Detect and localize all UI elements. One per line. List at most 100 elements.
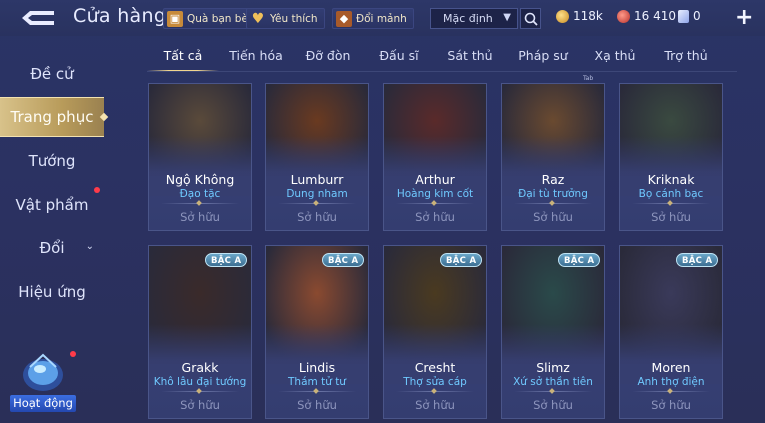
events-label: Hoạt động bbox=[10, 395, 76, 412]
card-fade bbox=[384, 136, 486, 196]
card-fade bbox=[502, 324, 604, 384]
ruby-amount: 16 410 bbox=[634, 9, 676, 23]
ruby-icon bbox=[617, 9, 630, 23]
voucher-amount: 0 bbox=[693, 9, 701, 23]
skin-name: Anh thợ điện bbox=[637, 376, 705, 388]
sidebar-item-heroes[interactable]: Tướng bbox=[0, 141, 104, 181]
exchange-fragments-button[interactable]: ◆ Đổi mảnh bbox=[332, 8, 414, 29]
sidebar-item-featured[interactable]: Đề cử bbox=[0, 54, 104, 94]
tab-mage[interactable]: Pháp sư bbox=[511, 44, 575, 72]
card-fade bbox=[502, 136, 604, 196]
tier-badge: BẬC A bbox=[558, 253, 601, 267]
add-currency-button[interactable]: + bbox=[735, 5, 753, 30]
sidebar-item-exchange[interactable]: Đổi ⌄ bbox=[0, 228, 104, 268]
card-fade bbox=[266, 324, 368, 384]
card-fade bbox=[149, 324, 251, 384]
sidebar-item-label: Trang phục bbox=[10, 108, 94, 126]
tab-assassin[interactable]: Sát thủ bbox=[439, 44, 501, 72]
sort-dropdown[interactable]: Mặc định ▼ bbox=[430, 8, 518, 29]
card-fade bbox=[620, 324, 722, 384]
skin-name: Bọ cánh bạc bbox=[638, 188, 704, 200]
tier-badge: BẬC A bbox=[322, 253, 365, 267]
tab-evolution[interactable]: Tiến hóa bbox=[223, 44, 289, 72]
gold-amount: 118k bbox=[573, 9, 603, 23]
tab-support[interactable]: Trợ thủ bbox=[655, 44, 717, 72]
skin-name: Xứ sở thần tiên bbox=[513, 376, 593, 388]
sidebar-item-label: Đề cử bbox=[30, 65, 74, 83]
tab-label: Xạ thủ bbox=[594, 48, 636, 63]
card-divider bbox=[396, 203, 474, 204]
owned-status: Sở hữu bbox=[415, 210, 455, 224]
skin-card[interactable]: Lindis Thám tử tư Sở hữu BẬC A bbox=[265, 245, 369, 419]
owned-status: Sở hữu bbox=[180, 398, 220, 412]
gift-icon: ▣ bbox=[167, 10, 183, 27]
card-divider bbox=[161, 391, 239, 392]
friend-gift-button[interactable]: ▣ Quà bạn bè bbox=[163, 8, 255, 29]
tab-tank[interactable]: Đỡ đòn bbox=[297, 44, 359, 72]
card-fade bbox=[384, 324, 486, 384]
skin-card[interactable]: Kriknak Bọ cánh bạc Sở hữu bbox=[619, 83, 723, 231]
owned-status: Sở hữu bbox=[533, 398, 573, 412]
sidebar-item-effects[interactable]: Hiệu ứng bbox=[0, 272, 104, 312]
card-divider bbox=[514, 203, 592, 204]
hero-name: Arthur bbox=[415, 172, 455, 187]
favorites-label: Yêu thích bbox=[270, 12, 318, 25]
heart-icon: ♥ bbox=[251, 10, 265, 27]
tab-all[interactable]: Tất cả bbox=[147, 44, 219, 72]
hero-name: Slimz bbox=[536, 360, 570, 375]
skin-card[interactable]: Slimz Xứ sở thần tiên Sở hữu BẬC A bbox=[501, 245, 605, 419]
tab-label: Trợ thủ bbox=[664, 48, 708, 63]
sidebar-item-label: Tướng bbox=[28, 152, 76, 170]
card-divider bbox=[396, 391, 474, 392]
skin-card[interactable]: Moren Anh thợ điện Sở hữu BẬC A bbox=[619, 245, 723, 419]
card-divider bbox=[161, 203, 239, 204]
search-button[interactable] bbox=[520, 8, 541, 29]
skin-name: Thám tử tư bbox=[288, 376, 346, 388]
voucher-icon bbox=[678, 9, 689, 23]
hero-name: Ngộ Không bbox=[165, 172, 235, 187]
back-button[interactable] bbox=[18, 8, 56, 28]
tab-marksman[interactable]: Xạ thủ bbox=[587, 44, 643, 72]
chevron-down-icon: ▼ bbox=[503, 12, 511, 23]
owned-status: Sở hữu bbox=[651, 398, 691, 412]
friend-gift-label: Quà bạn bè bbox=[187, 12, 248, 25]
plus-icon: + bbox=[735, 5, 754, 30]
skin-card[interactable]: Ngộ Không Đạo tặc Sở hữu bbox=[148, 83, 252, 231]
fragment-icon: ◆ bbox=[336, 10, 352, 27]
owned-status: Sở hữu bbox=[297, 398, 337, 412]
skin-card[interactable]: Grakk Khô lâu đại tướng Sở hữu BẬC A bbox=[148, 245, 252, 419]
tab-fighter[interactable]: Đấu sĩ bbox=[369, 44, 429, 72]
tab-tag: Tab bbox=[583, 75, 594, 82]
tab-label: Tiến hóa bbox=[229, 48, 283, 63]
ruby-currency: 16 410 bbox=[617, 9, 676, 23]
skin-name: Hoàng kim cốt bbox=[396, 188, 474, 200]
sidebar-item-label: Đổi bbox=[39, 239, 65, 257]
notification-dot bbox=[94, 187, 100, 193]
tier-badge: BẬC A bbox=[676, 253, 719, 267]
gold-currency: 118k bbox=[556, 9, 603, 23]
category-tabs: Tất cả Tiến hóa Đỡ đòn Đấu sĩ Sát thủ Ph… bbox=[147, 44, 737, 72]
top-bar: Cửa hàng ▣ Quà bạn bè ♥ Yêu thích ◆ Đổi … bbox=[0, 0, 765, 36]
exchange-fragments-label: Đổi mảnh bbox=[356, 12, 407, 25]
favorites-button[interactable]: ♥ Yêu thích bbox=[246, 8, 325, 29]
skin-card[interactable]: Cresht Thợ sửa cáp Sở hữu BẬC A bbox=[383, 245, 487, 419]
skin-card[interactable]: Raz Đại tù trưởng Sở hữu bbox=[501, 83, 605, 231]
card-divider bbox=[514, 391, 592, 392]
owned-status: Sở hữu bbox=[651, 210, 691, 224]
owned-status: Sở hữu bbox=[297, 210, 337, 224]
skin-name: Khô lâu đại tướng bbox=[153, 376, 247, 388]
gold-coin-icon bbox=[556, 9, 569, 23]
sidebar-item-items[interactable]: Vật phẩm bbox=[0, 185, 104, 225]
tier-badge: BẬC A bbox=[440, 253, 483, 267]
tabs-divider bbox=[147, 71, 737, 72]
tab-label: Đấu sĩ bbox=[379, 48, 419, 63]
skin-card[interactable]: Arthur Hoàng kim cốt Sở hữu bbox=[383, 83, 487, 231]
sidebar-item-costumes[interactable]: Trang phục bbox=[0, 97, 104, 137]
event-crystal-icon bbox=[23, 353, 63, 391]
owned-status: Sở hữu bbox=[180, 210, 220, 224]
search-icon bbox=[524, 12, 538, 26]
card-fade bbox=[620, 136, 722, 196]
hero-name: Raz bbox=[541, 172, 565, 187]
skin-card[interactable]: Lumburr Dung nham Sở hữu bbox=[265, 83, 369, 231]
page-title: Cửa hàng bbox=[73, 5, 167, 27]
